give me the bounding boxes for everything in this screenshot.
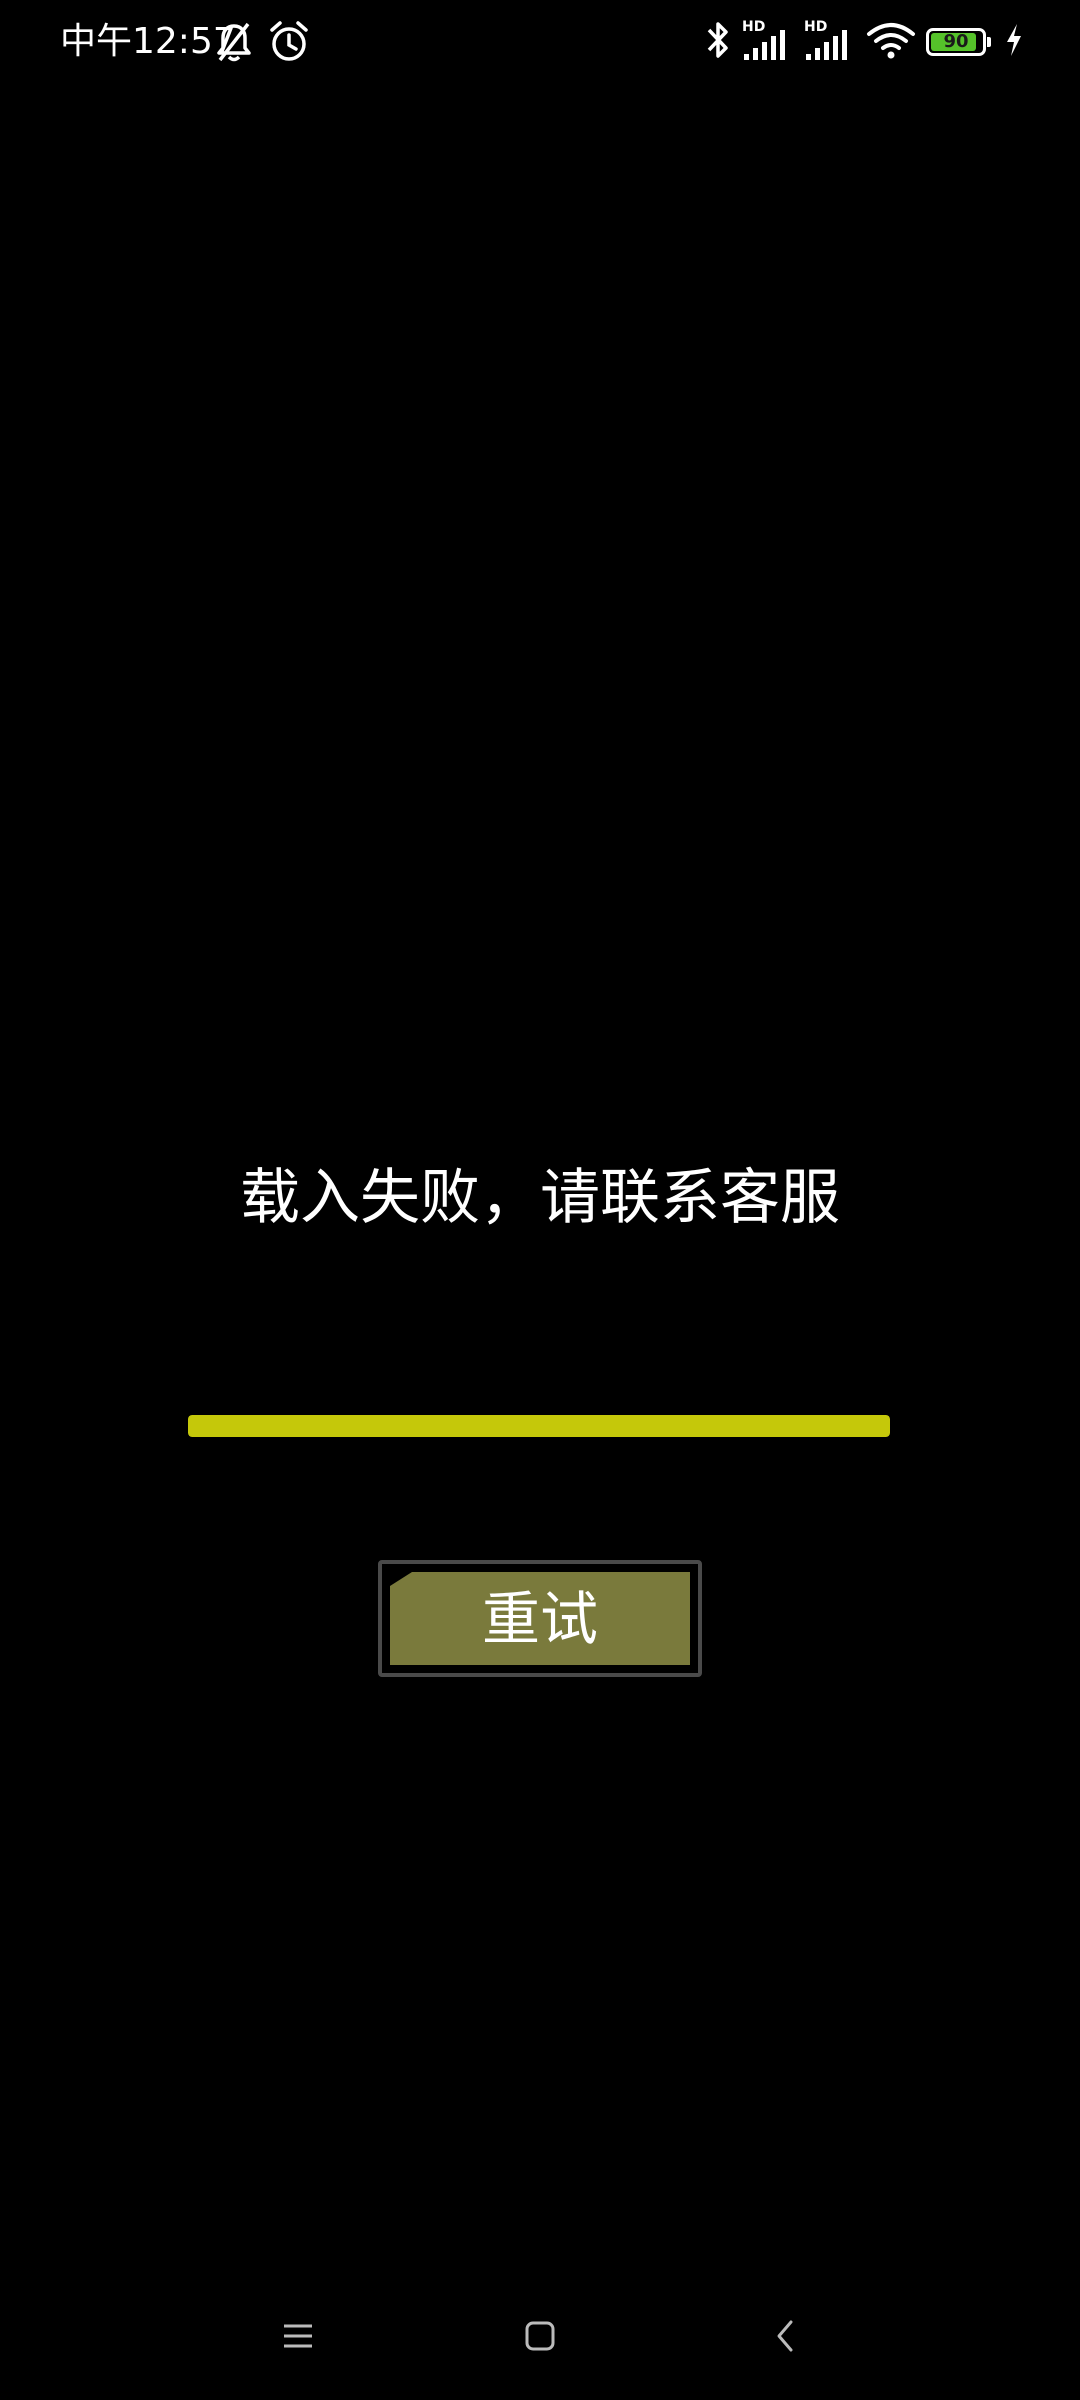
charging-icon xyxy=(1004,22,1024,62)
menu-button[interactable] xyxy=(258,2298,338,2378)
retry-label: 重试 xyxy=(481,1584,598,1653)
signal-icon: HD xyxy=(742,20,794,64)
bluetooth-icon xyxy=(704,18,732,66)
status-left-icons xyxy=(214,20,310,68)
retry-button[interactable]: 重试 xyxy=(378,1560,702,1677)
error-message: 载入失败，请联系客服 xyxy=(240,1163,840,1233)
alarm-icon xyxy=(268,20,310,68)
wifi-icon xyxy=(866,18,916,66)
screen: 中午12:57 HD HD 90 载入失败，请联系客服 重试 xyxy=(0,0,1080,2400)
status-bar: 中午12:57 HD HD 90 xyxy=(0,0,1080,84)
battery-level: 90 xyxy=(943,31,969,52)
status-time: 中午12:57 xyxy=(60,21,236,62)
battery-icon: 90 xyxy=(926,28,991,56)
menu-icon xyxy=(281,2321,315,2355)
home-icon xyxy=(523,2319,557,2357)
progress-bar xyxy=(188,1415,890,1437)
back-icon xyxy=(771,2318,801,2358)
back-button[interactable] xyxy=(746,2298,826,2378)
navigation-bar xyxy=(0,2280,1080,2390)
retry-button-corner xyxy=(390,1572,412,1586)
retry-button-face[interactable]: 重试 xyxy=(390,1572,690,1665)
signal-icon-2: HD xyxy=(804,20,856,64)
status-right-icons: HD HD 90 xyxy=(704,18,1024,66)
progress-fill xyxy=(188,1415,890,1437)
bell-off-icon xyxy=(214,20,254,68)
home-button[interactable] xyxy=(500,2298,580,2378)
